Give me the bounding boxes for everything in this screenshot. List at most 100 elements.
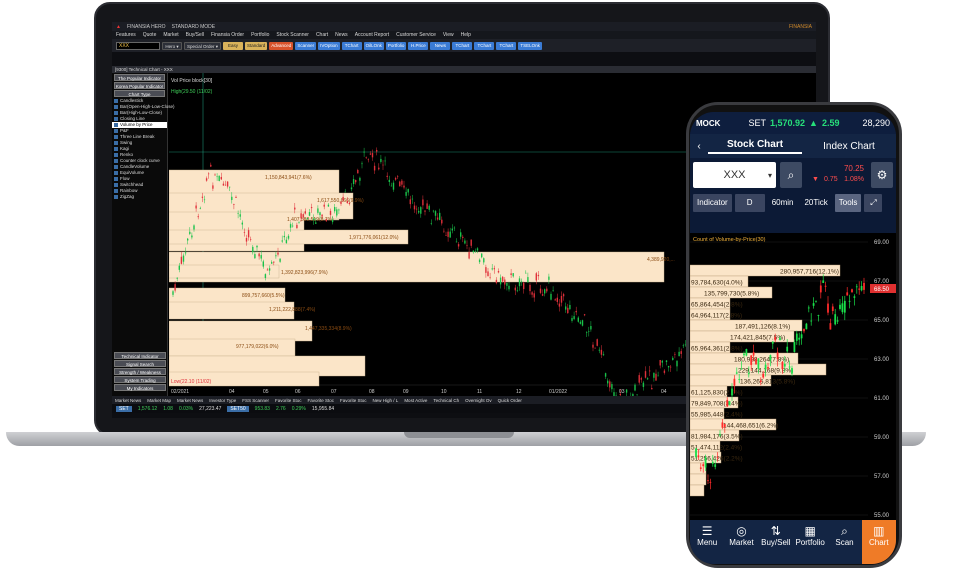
toolbar-button[interactable]: Portfolio (385, 41, 407, 50)
candle-body (224, 184, 227, 186)
symbol-input[interactable]: XXX ▾ (693, 162, 776, 188)
sidebar-footer-item[interactable]: Signal Search (114, 360, 166, 367)
toolbar-button[interactable]: TChart (474, 41, 495, 50)
toolbar-button[interactable]: News (430, 41, 451, 50)
toolbar-button[interactable]: H.Price (408, 41, 429, 50)
nav-item[interactable]: ⌕ Scan (827, 520, 861, 564)
candle-body (468, 252, 470, 259)
phone-chart[interactable]: Count of Volume-by-Price(30) 69.00 67.00 65… (690, 233, 896, 528)
quick-access-item[interactable]: Overnight Ov (465, 398, 492, 403)
menu-item[interactable]: Buy/Sell (186, 32, 204, 38)
menu-item[interactable]: View (443, 32, 454, 38)
vbp-label: 180,998,264(7.8%) (734, 357, 789, 364)
menu-item[interactable]: Chart (316, 32, 328, 38)
quick-access-item[interactable]: Investor Type (209, 398, 236, 403)
indicator-button[interactable]: Indicator (693, 194, 732, 212)
sidebar-footer-item[interactable]: System Trading (114, 376, 166, 383)
nav-icon: ◎ (736, 524, 747, 538)
quick-access-item[interactable]: Favorite Stoc (308, 398, 335, 403)
menu-item[interactable]: Help (461, 32, 471, 38)
quick-access-item[interactable]: New High / L (373, 398, 399, 403)
menu-item[interactable]: Quote (143, 32, 157, 38)
quick-access-item[interactable]: Market News (177, 398, 203, 403)
sidebar-head-chart-type[interactable]: Chart Type (114, 90, 165, 97)
tab-stock-chart[interactable]: Stock Chart (708, 139, 802, 154)
menu-item[interactable]: Customer Service (396, 32, 436, 38)
symbol-input[interactable]: XXX (116, 41, 160, 50)
candle-body (554, 299, 556, 301)
sidebar-head-korea[interactable]: Korea Popular Indicator (114, 82, 165, 89)
candle-body (558, 303, 561, 307)
nav-item[interactable]: ▦ Portfolio (793, 520, 827, 564)
sidebar-footer-item[interactable]: Technical Indicator (114, 352, 166, 359)
candle-body (672, 357, 674, 361)
menu-item[interactable]: Features (116, 32, 136, 38)
toolbar-button[interactable]: OilLOnk (363, 41, 384, 50)
menu-item[interactable]: Portfolio (251, 32, 269, 38)
search-icon[interactable]: ⌕ (780, 162, 802, 188)
toolbar-button[interactable]: Scanner (295, 41, 317, 50)
candle-body (625, 389, 628, 393)
candle-body (187, 238, 189, 241)
toolbar-button[interactable]: Standard (245, 41, 268, 50)
sidebar-footer-item[interactable]: My Indicators (114, 384, 166, 391)
nav-item[interactable]: ◎ Market (724, 520, 758, 564)
laptop-notch (404, 432, 514, 438)
menu-item[interactable]: Account Report (355, 32, 389, 38)
menu-item[interactable]: Market (163, 32, 178, 38)
candle-body (663, 370, 666, 373)
menu-item[interactable]: Stock Scanner (276, 32, 309, 38)
phone-candlestick-chart[interactable]: Count of Volume-by-Price(30) 69.0067.0065… (690, 233, 896, 528)
period-60min-button[interactable]: 60min (768, 194, 798, 212)
menu-item[interactable]: News (335, 32, 348, 38)
special-order-dropdown[interactable]: Special Order ▾ (184, 41, 222, 50)
quick-access-item[interactable]: FSS Scanner (242, 398, 269, 403)
nav-item[interactable]: ▥ Chart (861, 520, 896, 564)
nav-item[interactable]: ⇅ Buy/Sell (759, 520, 793, 564)
candle-body (709, 481, 712, 483)
quick-access-item[interactable]: Market Map (147, 398, 171, 403)
toolbar-button[interactable]: TChart (341, 41, 362, 50)
title-bar: ▲ FINANSIA HERO STANDARD MODE FINANSIA (112, 22, 816, 31)
toolbar-button[interactable]: TChart (452, 41, 473, 50)
candle-body (405, 191, 407, 196)
quick-access-item[interactable]: Technical Ch (433, 398, 459, 403)
quick-access-item[interactable]: Market News (115, 398, 141, 403)
gear-icon[interactable]: ⚙ (871, 162, 893, 188)
toolbar-button[interactable]: Advanced (269, 41, 294, 50)
nav-item[interactable]: ☰ Menu (690, 520, 724, 564)
x-tick-label: 11 (477, 389, 482, 395)
quick-access-item[interactable]: Favorite Stoc (275, 398, 302, 403)
candle-body (220, 176, 222, 180)
period-daily-button[interactable]: D (734, 194, 765, 212)
sidebar-footer-item[interactable]: Strength / Weakness (114, 368, 166, 375)
candle-body (588, 331, 590, 332)
tab-index-chart[interactable]: Index Chart (802, 141, 896, 152)
candle-body (487, 271, 489, 277)
hero-dropdown[interactable]: Hero ▾ (162, 41, 182, 50)
quick-access-item[interactable]: Most Active (404, 398, 427, 403)
back-icon[interactable]: ‹ (690, 141, 708, 152)
nav-icon: ☰ (701, 524, 713, 538)
tools-button[interactable]: Tools (834, 194, 862, 212)
period-20tick-button[interactable]: 20Tick (800, 194, 831, 212)
candle-body (474, 250, 477, 252)
candle-body (243, 231, 246, 233)
quick-access-item[interactable]: Quick Order (498, 398, 522, 403)
sidebar-head-popular[interactable]: The Popular Indicator (114, 74, 165, 81)
candle-body (523, 282, 525, 290)
candle-body (659, 359, 661, 366)
current-price-label: 68.50 (874, 287, 890, 293)
candle-body (562, 294, 565, 297)
quick-access-item[interactable]: Favorite Stoc (340, 398, 367, 403)
price-pct: 1.08% (844, 176, 864, 183)
candle-body (541, 294, 544, 296)
toolbar-button[interactable]: IVOption (318, 41, 340, 50)
chart-type-item[interactable]: ZigZag (112, 194, 167, 200)
toolbar-button[interactable]: TChart (496, 41, 517, 50)
fullscreen-icon[interactable]: ⤢ (864, 194, 883, 212)
toolbar-button[interactable]: Easy (223, 41, 244, 50)
toolbar-button[interactable]: TSELOnk (518, 41, 542, 50)
candle-body (805, 323, 808, 330)
menu-item[interactable]: Finansia Order (211, 32, 244, 38)
